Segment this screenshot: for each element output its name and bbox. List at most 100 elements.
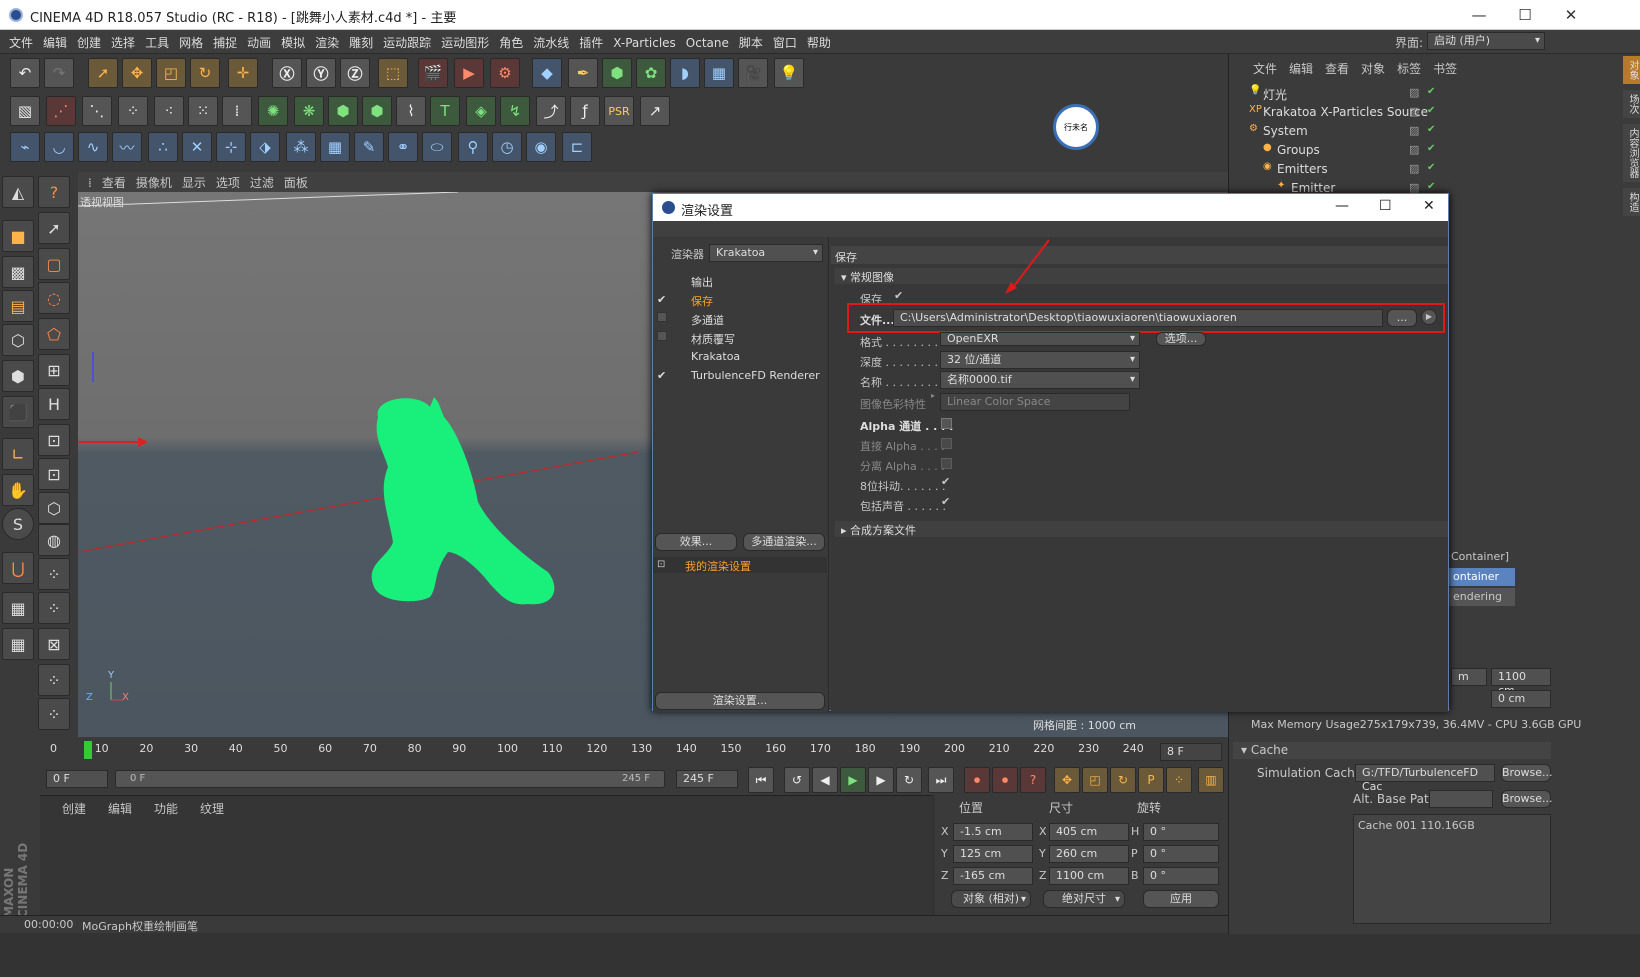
dither-checkbox[interactable]: ✔ (941, 475, 950, 488)
xp-emitter-icon[interactable]: ⁙ (188, 96, 218, 126)
timeline[interactable]: 0 10 20 30 40 50 60 70 80 90 100 110 120 130 140 150 160… (40, 737, 1228, 767)
timeline-icon[interactable]: ▥ (1198, 767, 1224, 793)
psr-icon[interactable]: PSR (604, 96, 634, 126)
playhead[interactable] (84, 741, 92, 759)
viewport-menu-item[interactable]: 过滤 (250, 174, 274, 191)
sound-checkbox[interactable]: ✔ (941, 495, 950, 508)
cache-header[interactable]: ▾ Cache (1233, 742, 1551, 759)
xp-system-icon[interactable]: ⁖ (154, 96, 184, 126)
key-param-icon[interactable]: P (1138, 767, 1164, 793)
solo-icon[interactable]: S (2, 508, 34, 540)
menu-item[interactable]: 选择 (106, 30, 140, 55)
help-icon[interactable]: ? (38, 176, 70, 208)
polygon-select-icon[interactable]: ⬠ (38, 318, 70, 350)
render-view-icon[interactable]: 🎬 (418, 58, 448, 88)
wave-icon[interactable]: 〰 (112, 132, 142, 162)
menu-item[interactable]: 角色 (494, 30, 528, 55)
coord-mode-select[interactable]: 对象 (相对) (951, 890, 1031, 908)
paint-icon[interactable]: ✎ (354, 132, 384, 162)
play-icon[interactable]: ▶ (840, 767, 866, 793)
menu-item[interactable]: 脚本 (734, 30, 768, 55)
connect-icon[interactable]: ⚭ (388, 132, 418, 162)
attr-tab-rendering[interactable]: endering (1449, 588, 1515, 606)
cube-object-icon[interactable]: ◆ (532, 58, 562, 88)
small-grid-icon[interactable]: ⊡ (38, 424, 70, 456)
spring-icon[interactable]: ∿ (78, 132, 108, 162)
coord-rot-field[interactable]: 0 ° (1143, 823, 1219, 841)
menu-item[interactable]: 运动图形 (436, 30, 494, 55)
menu-item[interactable]: 网格 (174, 30, 208, 55)
browse-sim-button[interactable]: Browse... (1501, 764, 1553, 782)
menu-item[interactable]: 帮助 (802, 30, 836, 55)
menu-item[interactable]: 文件 (4, 30, 38, 55)
z-axis-lock-icon[interactable]: Ⓩ (340, 58, 370, 88)
menu-item[interactable]: 模拟 (276, 30, 310, 55)
layout-select[interactable]: 启动 (用户) (1427, 32, 1545, 50)
attr-field-3[interactable]: 0 cm (1491, 690, 1551, 708)
edges-icon[interactable]: ⬢ (2, 360, 34, 392)
straight-alpha-checkbox[interactable] (941, 438, 952, 449)
nav-checkbox[interactable]: ✔ (657, 369, 667, 382)
effects-button[interactable]: 效果... (655, 533, 737, 551)
scatter-icon[interactable]: ✕ (182, 132, 212, 162)
alpha-checkbox[interactable] (941, 418, 952, 429)
coord-size-field[interactable]: 1100 cm (1049, 867, 1129, 885)
attr-field-1[interactable]: m (1451, 668, 1487, 686)
format-options-button[interactable]: 选项... (1156, 332, 1206, 346)
coord-pos-field[interactable]: -1.5 cm (953, 823, 1033, 841)
my-render-settings-row[interactable]: ⊡ 我的渲染设置 (653, 557, 827, 573)
rect-select-icon[interactable]: ▢ (38, 248, 70, 280)
browse-alt-button[interactable]: Browse... (1501, 790, 1553, 808)
cache-item[interactable]: Cache 001 110.16GB (1358, 819, 1475, 832)
edit-render-settings-icon[interactable]: ⚙ (490, 58, 520, 88)
lock-grid-icon[interactable]: ▦ (2, 592, 34, 624)
cloner-icon[interactable]: ✿ (636, 58, 666, 88)
visibility-toggle[interactable]: ▨ (1409, 86, 1419, 99)
xp-fluid-icon[interactable]: ⬢ (362, 96, 392, 126)
nav-item[interactable]: 材质覆写 (691, 331, 735, 347)
object-name[interactable]: System (1263, 124, 1308, 138)
multipass-render-button[interactable]: 多通道渲染... (743, 533, 825, 551)
select-tool-icon[interactable]: ➚ (88, 58, 118, 88)
menu-item[interactable]: 流水线 (528, 30, 574, 55)
python-icon[interactable]: ⊹ (216, 132, 246, 162)
frame-icon[interactable]: ⊞ (38, 354, 70, 386)
model-mode-icon[interactable]: ▧ (10, 96, 40, 126)
object-name[interactable]: 灯光 (1263, 86, 1287, 103)
menu-item[interactable]: 插件 (574, 30, 608, 55)
enable-check[interactable]: ✔ (1427, 124, 1435, 135)
maximize-button[interactable]: ☐ (1502, 0, 1548, 30)
xp-grid-icon[interactable]: ⁞ (222, 96, 252, 126)
xp-generator-icon[interactable]: ✺ (258, 96, 288, 126)
menu-item[interactable]: 雕刻 (344, 30, 378, 55)
lasso-icon[interactable]: ◌ (38, 282, 70, 314)
visibility-toggle[interactable]: ▨ (1409, 143, 1419, 156)
material-menu-item[interactable]: 创建 (62, 800, 86, 817)
axis-icon[interactable]: ∟ (2, 438, 34, 470)
om-menu-item[interactable]: 标签 (1397, 60, 1421, 77)
file-path-field[interactable]: C:\Users\Administrator\Desktop\tiaowuxia… (893, 309, 1383, 327)
file-arrow-icon[interactable]: ▶ (1421, 309, 1437, 325)
renderer-select[interactable]: Krakatoa (709, 244, 823, 262)
h-icon[interactable]: H (38, 388, 70, 420)
material-menu-item[interactable]: 编辑 (108, 800, 132, 817)
dialog-close-button[interactable]: ✕ (1423, 198, 1435, 214)
points-mode-icon[interactable]: ⋰ (46, 96, 76, 126)
side-tab[interactable]: 对象 (1623, 56, 1640, 84)
colorspace-field[interactable]: Linear Color Space (940, 393, 1130, 411)
points-icon[interactable]: ⬡ (2, 324, 34, 356)
material-menu-item[interactable]: 纹理 (200, 800, 224, 817)
name-select[interactable]: 名称0000.tif (940, 371, 1140, 389)
cache-list[interactable]: Cache 001 110.16GB (1353, 814, 1551, 924)
separate-alpha-checkbox[interactable] (941, 458, 952, 469)
redo-icon[interactable]: ↷ (44, 58, 74, 88)
export-icon[interactable]: ↗ (640, 96, 670, 126)
object-row[interactable]: ● Groups ▨ ✔ (1241, 141, 1541, 160)
dialog-maximize-button[interactable]: ☐ (1379, 198, 1392, 214)
dots-grid-icon[interactable]: ⁘ (38, 558, 70, 590)
select-arrow-icon[interactable]: ➚ (38, 212, 70, 244)
coord-rot-field[interactable]: 0 ° (1143, 867, 1219, 885)
start-frame-field[interactable]: 0 F (46, 770, 108, 788)
coord-size-field[interactable]: 405 cm (1049, 823, 1129, 841)
my-render-settings[interactable]: 我的渲染设置 (685, 558, 751, 574)
